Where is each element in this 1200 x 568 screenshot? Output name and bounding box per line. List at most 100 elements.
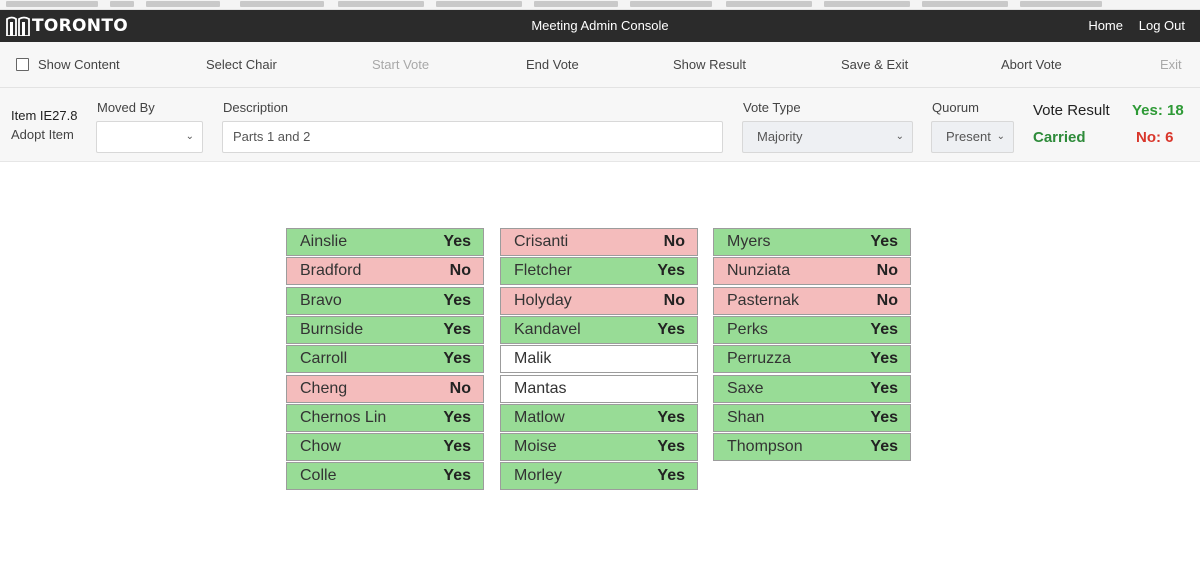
- member-vote-row[interactable]: Myers Yes: [713, 228, 911, 256]
- member-vote-row[interactable]: Morley Yes: [500, 462, 698, 490]
- member-name: Perruzza: [727, 350, 792, 367]
- member-vote: Yes: [443, 292, 471, 309]
- app-title: Meeting Admin Console: [531, 18, 669, 33]
- member-vote-row[interactable]: Pasternak No: [713, 287, 911, 315]
- chevron-down-icon: ⌄: [185, 131, 194, 142]
- member-vote: Yes: [443, 321, 471, 338]
- member-vote: No: [876, 262, 898, 279]
- member-vote: No: [663, 233, 685, 250]
- member-vote-row[interactable]: Holyday No: [500, 287, 698, 315]
- member-vote: Yes: [870, 350, 898, 367]
- quorum-label: Quorum: [932, 100, 979, 115]
- show-result-button[interactable]: Show Result: [673, 42, 746, 88]
- description-label: Description: [223, 100, 289, 115]
- member-vote-row[interactable]: Cheng No: [286, 375, 484, 403]
- show-content-checkbox[interactable]: [16, 58, 29, 71]
- select-chair-button[interactable]: Select Chair: [206, 42, 277, 88]
- member-name: Pasternak: [727, 292, 800, 309]
- action-toolbar: Show Content Select Chair Start Vote End…: [0, 42, 1200, 88]
- bookmarks-bar: [0, 0, 1200, 10]
- member-name: Cheng: [300, 380, 348, 397]
- member-vote-row[interactable]: Perruzza Yes: [713, 345, 911, 373]
- member-vote-row[interactable]: Colle Yes: [286, 462, 484, 490]
- member-vote-row[interactable]: Chernos Lin Yes: [286, 404, 484, 432]
- start-vote-button[interactable]: Start Vote: [372, 42, 429, 88]
- member-vote: Yes: [657, 262, 685, 279]
- save-exit-button[interactable]: Save & Exit: [841, 42, 908, 88]
- vote-type-value: Majority: [757, 129, 803, 144]
- member-vote-row[interactable]: Nunziata No: [713, 257, 911, 285]
- member-vote: Yes: [443, 233, 471, 250]
- member-name: Chow: [300, 438, 341, 455]
- show-content-toggle[interactable]: Show Content: [16, 42, 120, 88]
- member-vote-row[interactable]: Matlow Yes: [500, 404, 698, 432]
- member-vote: Yes: [870, 409, 898, 426]
- member-vote: Yes: [443, 467, 471, 484]
- member-name: Ainslie: [300, 233, 348, 250]
- member-vote: Yes: [870, 438, 898, 455]
- member-name: Mantas: [514, 380, 567, 397]
- chevron-down-icon: ⌄: [996, 131, 1005, 142]
- toronto-logo[interactable]: TORONTO: [6, 15, 128, 37]
- member-name: Myers: [727, 233, 771, 250]
- member-name: Chernos Lin: [300, 409, 387, 426]
- item-id: Item IE27.8: [11, 108, 78, 123]
- member-vote-row[interactable]: Bravo Yes: [286, 287, 484, 315]
- member-vote: Yes: [657, 467, 685, 484]
- member-vote-row[interactable]: Perks Yes: [713, 316, 911, 344]
- member-name: Malik: [514, 350, 552, 367]
- description-input[interactable]: Parts 1 and 2: [222, 121, 723, 153]
- exit-button[interactable]: Exit: [1160, 42, 1182, 88]
- member-vote: Yes: [443, 350, 471, 367]
- member-vote: Yes: [870, 380, 898, 397]
- member-vote-row[interactable]: Kandavel Yes: [500, 316, 698, 344]
- member-vote: Yes: [657, 438, 685, 455]
- member-name: Bradford: [300, 262, 362, 279]
- description-value: Parts 1 and 2: [233, 129, 311, 144]
- member-vote-row[interactable]: Fletcher Yes: [500, 257, 698, 285]
- home-link[interactable]: Home: [1088, 10, 1123, 42]
- member-name: Crisanti: [514, 233, 569, 250]
- member-vote-row[interactable]: Carroll Yes: [286, 345, 484, 373]
- end-vote-button[interactable]: End Vote: [526, 42, 579, 88]
- member-name: Thompson: [727, 438, 803, 455]
- member-name: Colle: [300, 467, 337, 484]
- member-vote: Yes: [870, 233, 898, 250]
- no-count: No: 6: [1136, 129, 1174, 146]
- member-vote-row[interactable]: Saxe Yes: [713, 375, 911, 403]
- member-vote: No: [876, 292, 898, 309]
- logo-text: TORONTO: [32, 16, 128, 36]
- abort-vote-button[interactable]: Abort Vote: [1001, 42, 1062, 88]
- item-action: Adopt Item: [11, 127, 74, 142]
- member-name: Fletcher: [514, 262, 572, 279]
- member-vote: No: [449, 380, 471, 397]
- member-name: Perks: [727, 321, 768, 338]
- member-vote-row[interactable]: Thompson Yes: [713, 433, 911, 461]
- member-name: Saxe: [727, 380, 764, 397]
- quorum-select[interactable]: Present ⌄: [931, 121, 1014, 153]
- moved-by-select[interactable]: ⌄: [96, 121, 203, 153]
- member-vote: Yes: [443, 409, 471, 426]
- member-vote-row[interactable]: Moise Yes: [500, 433, 698, 461]
- member-name: Moise: [514, 438, 557, 455]
- member-vote-row[interactable]: Crisanti No: [500, 228, 698, 256]
- member-vote: Yes: [443, 438, 471, 455]
- show-content-label: Show Content: [38, 57, 120, 72]
- member-vote-row[interactable]: Malik: [500, 345, 698, 373]
- member-vote-row[interactable]: Shan Yes: [713, 404, 911, 432]
- member-vote-row[interactable]: Mantas: [500, 375, 698, 403]
- member-vote-row[interactable]: Ainslie Yes: [286, 228, 484, 256]
- city-hall-icon: [6, 16, 30, 36]
- vote-type-select[interactable]: Majority ⌄: [742, 121, 913, 153]
- logout-link[interactable]: Log Out: [1139, 10, 1185, 42]
- moved-by-label: Moved By: [97, 100, 155, 115]
- header-bar: TORONTO Meeting Admin Console Home Log O…: [0, 10, 1200, 42]
- member-vote-row[interactable]: Burnside Yes: [286, 316, 484, 344]
- member-vote-row[interactable]: Chow Yes: [286, 433, 484, 461]
- member-name: Bravo: [300, 292, 342, 309]
- member-name: Matlow: [514, 409, 565, 426]
- member-vote: Yes: [657, 321, 685, 338]
- member-vote: Yes: [657, 409, 685, 426]
- member-vote-row[interactable]: Bradford No: [286, 257, 484, 285]
- member-name: Nunziata: [727, 262, 791, 279]
